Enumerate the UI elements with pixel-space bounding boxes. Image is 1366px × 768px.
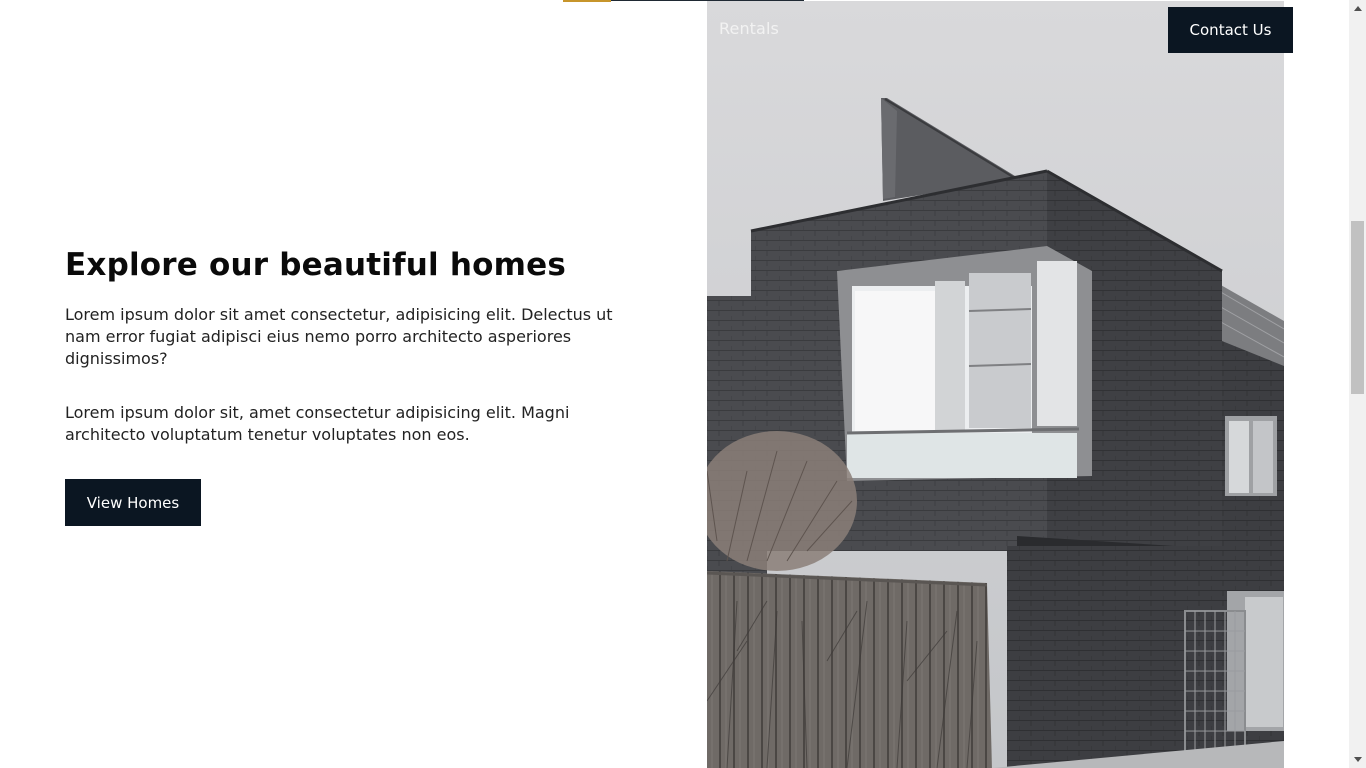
chevron-up-icon[interactable] <box>1349 0 1366 17</box>
chevron-down-icon[interactable] <box>1349 751 1366 768</box>
view-homes-button[interactable]: View Homes <box>65 479 201 526</box>
contact-us-button[interactable]: Contact Us <box>1168 7 1293 53</box>
hero-title: Explore our beautiful homes <box>65 247 567 283</box>
house-illustration <box>707 1 1284 768</box>
hero-paragraph-2: Lorem ipsum dolor sit, amet consectetur … <box>65 403 570 444</box>
scrollbar-thumb[interactable] <box>1351 221 1364 394</box>
hero-paragraph-1: Lorem ipsum dolor sit amet consectetur, … <box>65 305 613 368</box>
vertical-scrollbar[interactable] <box>1349 0 1366 768</box>
nav-active-indicator <box>563 0 611 2</box>
house-photo <box>707 1 1284 768</box>
page: Rentals Contact Us Explore our beautiful… <box>0 0 1349 768</box>
nav-link-rentals[interactable]: Rentals <box>719 19 779 38</box>
